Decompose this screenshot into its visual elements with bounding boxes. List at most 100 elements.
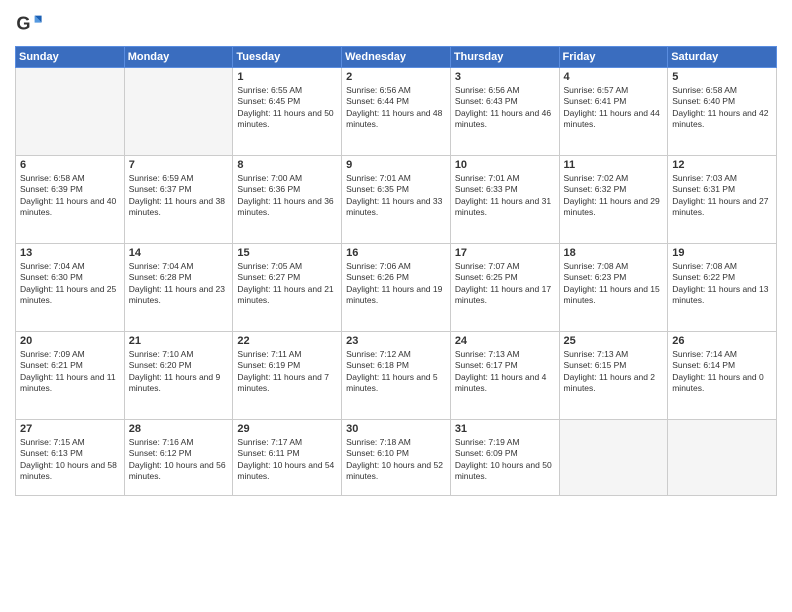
calendar-cell	[16, 68, 125, 156]
day-info: Sunrise: 7:00 AMSunset: 6:36 PMDaylight:…	[237, 173, 337, 219]
day-info: Sunrise: 7:09 AMSunset: 6:21 PMDaylight:…	[20, 349, 120, 395]
day-number: 28	[129, 423, 229, 435]
calendar-cell: 11 Sunrise: 7:02 AMSunset: 6:32 PMDayligh…	[559, 156, 668, 244]
calendar-cell: 29 Sunrise: 7:17 AMSunset: 6:11 PMDayligh…	[233, 420, 342, 496]
day-number: 1	[237, 71, 337, 83]
calendar-cell: 6 Sunrise: 6:58 AMSunset: 6:39 PMDaylight…	[16, 156, 125, 244]
calendar-cell	[559, 420, 668, 496]
day-info: Sunrise: 7:15 AMSunset: 6:13 PMDaylight:…	[20, 437, 120, 483]
day-number: 16	[346, 247, 446, 259]
day-header-sunday: Sunday	[16, 47, 125, 68]
svg-text:G: G	[16, 14, 30, 34]
calendar-cell: 13 Sunrise: 7:04 AMSunset: 6:30 PMDayligh…	[16, 244, 125, 332]
day-info: Sunrise: 7:07 AMSunset: 6:25 PMDaylight:…	[455, 261, 555, 307]
day-header-thursday: Thursday	[450, 47, 559, 68]
calendar-cell: 15 Sunrise: 7:05 AMSunset: 6:27 PMDayligh…	[233, 244, 342, 332]
day-header-saturday: Saturday	[668, 47, 777, 68]
day-header-monday: Monday	[124, 47, 233, 68]
day-info: Sunrise: 7:13 AMSunset: 6:17 PMDaylight:…	[455, 349, 555, 395]
page: G SundayMondayTuesdayWednesdayThursdayFr…	[0, 0, 792, 612]
day-info: Sunrise: 7:02 AMSunset: 6:32 PMDaylight:…	[564, 173, 664, 219]
day-info: Sunrise: 7:05 AMSunset: 6:27 PMDaylight:…	[237, 261, 337, 307]
day-number: 15	[237, 247, 337, 259]
calendar-cell: 19 Sunrise: 7:08 AMSunset: 6:22 PMDayligh…	[668, 244, 777, 332]
day-header-wednesday: Wednesday	[342, 47, 451, 68]
day-number: 21	[129, 335, 229, 347]
day-header-friday: Friday	[559, 47, 668, 68]
calendar-week-row: 20 Sunrise: 7:09 AMSunset: 6:21 PMDayligh…	[16, 332, 777, 420]
day-number: 12	[672, 159, 772, 171]
day-number: 29	[237, 423, 337, 435]
day-number: 8	[237, 159, 337, 171]
day-number: 9	[346, 159, 446, 171]
day-info: Sunrise: 7:19 AMSunset: 6:09 PMDaylight:…	[455, 437, 555, 483]
calendar-cell: 23Sunrise: 7:12 AMSunset: 6:18 PMDayligh…	[342, 332, 451, 420]
calendar-cell: 17Sunrise: 7:07 AMSunset: 6:25 PMDayligh…	[450, 244, 559, 332]
calendar-table: SundayMondayTuesdayWednesdayThursdayFrid…	[15, 46, 777, 496]
day-info: Sunrise: 7:08 AMSunset: 6:22 PMDaylight:…	[672, 261, 772, 307]
day-number: 3	[455, 71, 555, 83]
day-info: Sunrise: 6:55 AMSunset: 6:45 PMDaylight:…	[237, 85, 337, 131]
day-info: Sunrise: 6:59 AMSunset: 6:37 PMDaylight:…	[129, 173, 229, 219]
day-number: 23	[346, 335, 446, 347]
day-info: Sunrise: 7:03 AMSunset: 6:31 PMDaylight:…	[672, 173, 772, 219]
day-header-tuesday: Tuesday	[233, 47, 342, 68]
day-number: 31	[455, 423, 555, 435]
day-number: 11	[564, 159, 664, 171]
day-info: Sunrise: 6:56 AMSunset: 6:44 PMDaylight:…	[346, 85, 446, 131]
calendar-cell: 8 Sunrise: 7:00 AMSunset: 6:36 PMDaylight…	[233, 156, 342, 244]
day-info: Sunrise: 7:10 AMSunset: 6:20 PMDaylight:…	[129, 349, 229, 395]
calendar-cell: 30 Sunrise: 7:18 AMSunset: 6:10 PMDayligh…	[342, 420, 451, 496]
day-info: Sunrise: 7:18 AMSunset: 6:10 PMDaylight:…	[346, 437, 446, 483]
calendar-cell: 16 Sunrise: 7:06 AMSunset: 6:26 PMDayligh…	[342, 244, 451, 332]
calendar-week-row: 1 Sunrise: 6:55 AMSunset: 6:45 PMDaylight…	[16, 68, 777, 156]
day-number: 10	[455, 159, 555, 171]
day-info: Sunrise: 7:17 AMSunset: 6:11 PMDaylight:…	[237, 437, 337, 483]
day-info: Sunrise: 7:04 AMSunset: 6:28 PMDaylight:…	[129, 261, 229, 307]
calendar-cell: 14 Sunrise: 7:04 AMSunset: 6:28 PMDayligh…	[124, 244, 233, 332]
day-info: Sunrise: 6:58 AMSunset: 6:40 PMDaylight:…	[672, 85, 772, 131]
calendar-cell: 26 Sunrise: 7:14 AMSunset: 6:14 PMDayligh…	[668, 332, 777, 420]
day-number: 30	[346, 423, 446, 435]
calendar-cell: 2 Sunrise: 6:56 AMSunset: 6:44 PMDaylight…	[342, 68, 451, 156]
day-number: 27	[20, 423, 120, 435]
day-number: 22	[237, 335, 337, 347]
calendar-cell: 22 Sunrise: 7:11 AMSunset: 6:19 PMDayligh…	[233, 332, 342, 420]
calendar-cell: 4 Sunrise: 6:57 AMSunset: 6:41 PMDaylight…	[559, 68, 668, 156]
day-info: Sunrise: 6:56 AMSunset: 6:43 PMDaylight:…	[455, 85, 555, 131]
calendar-cell: 20 Sunrise: 7:09 AMSunset: 6:21 PMDayligh…	[16, 332, 125, 420]
calendar-week-row: 6 Sunrise: 6:58 AMSunset: 6:39 PMDaylight…	[16, 156, 777, 244]
calendar-cell: 31 Sunrise: 7:19 AMSunset: 6:09 PMDayligh…	[450, 420, 559, 496]
day-number: 18	[564, 247, 664, 259]
header: G	[15, 10, 777, 38]
day-number: 26	[672, 335, 772, 347]
calendar-cell: 12 Sunrise: 7:03 AMSunset: 6:31 PMDayligh…	[668, 156, 777, 244]
day-number: 20	[20, 335, 120, 347]
calendar-cell: 10Sunrise: 7:01 AMSunset: 6:33 PMDayligh…	[450, 156, 559, 244]
day-number: 19	[672, 247, 772, 259]
day-info: Sunrise: 7:08 AMSunset: 6:23 PMDaylight:…	[564, 261, 664, 307]
day-number: 14	[129, 247, 229, 259]
day-info: Sunrise: 7:04 AMSunset: 6:30 PMDaylight:…	[20, 261, 120, 307]
day-info: Sunrise: 7:14 AMSunset: 6:14 PMDaylight:…	[672, 349, 772, 395]
calendar-cell: 3 Sunrise: 6:56 AMSunset: 6:43 PMDaylight…	[450, 68, 559, 156]
day-number: 6	[20, 159, 120, 171]
calendar-cell: 25Sunrise: 7:13 AMSunset: 6:15 PMDayligh…	[559, 332, 668, 420]
calendar-cell: 24 Sunrise: 7:13 AMSunset: 6:17 PMDayligh…	[450, 332, 559, 420]
calendar-cell: 18 Sunrise: 7:08 AMSunset: 6:23 PMDayligh…	[559, 244, 668, 332]
day-number: 24	[455, 335, 555, 347]
day-info: Sunrise: 7:16 AMSunset: 6:12 PMDaylight:…	[129, 437, 229, 483]
day-number: 2	[346, 71, 446, 83]
day-info: Sunrise: 7:06 AMSunset: 6:26 PMDaylight:…	[346, 261, 446, 307]
day-info: Sunrise: 6:57 AMSunset: 6:41 PMDaylight:…	[564, 85, 664, 131]
calendar-cell	[124, 68, 233, 156]
calendar-cell: 1 Sunrise: 6:55 AMSunset: 6:45 PMDaylight…	[233, 68, 342, 156]
logo: G	[15, 10, 47, 38]
day-info: Sunrise: 7:11 AMSunset: 6:19 PMDaylight:…	[237, 349, 337, 395]
day-number: 13	[20, 247, 120, 259]
calendar-cell	[668, 420, 777, 496]
day-info: Sunrise: 6:58 AMSunset: 6:39 PMDaylight:…	[20, 173, 120, 219]
day-number: 25	[564, 335, 664, 347]
calendar-cell: 28 Sunrise: 7:16 AMSunset: 6:12 PMDayligh…	[124, 420, 233, 496]
day-number: 4	[564, 71, 664, 83]
